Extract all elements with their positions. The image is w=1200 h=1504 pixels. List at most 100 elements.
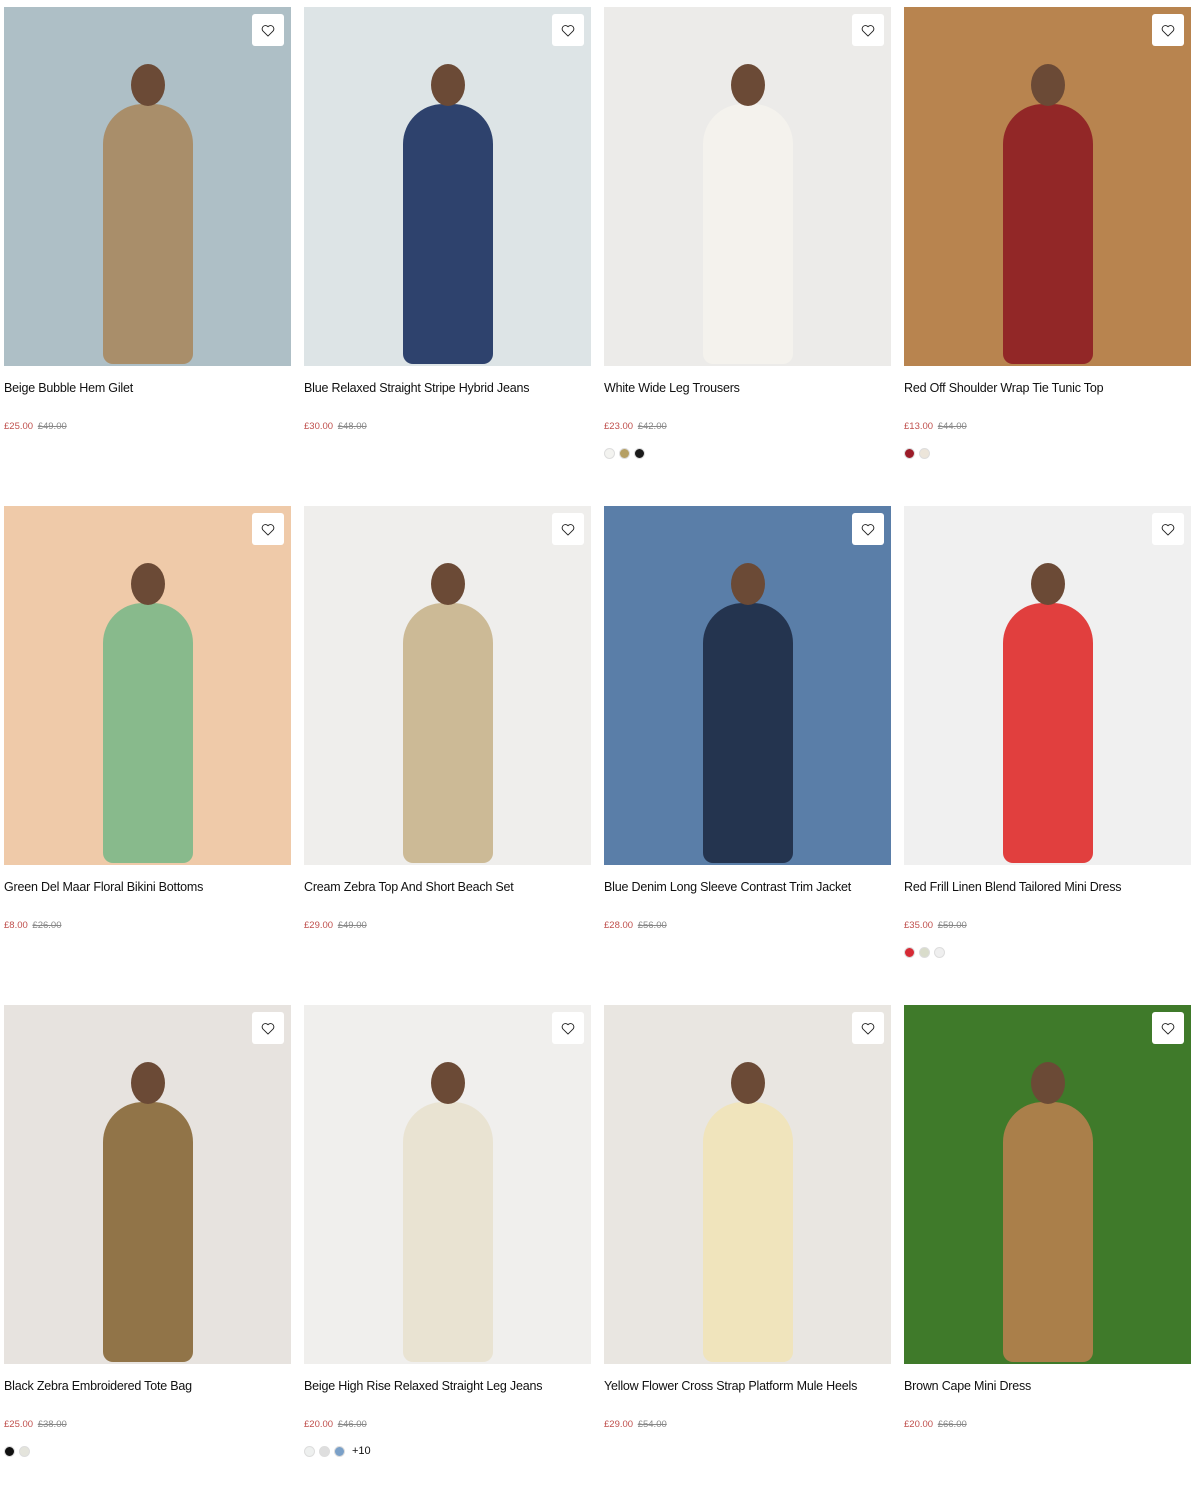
model-head — [1030, 1062, 1065, 1105]
model-figure — [702, 1101, 793, 1362]
colour-swatch[interactable] — [4, 1445, 15, 1457]
product-image[interactable] — [604, 1005, 891, 1364]
model-figure — [402, 602, 493, 863]
product-name[interactable]: White Wide Leg Trousers — [604, 381, 891, 397]
model-head — [430, 1062, 465, 1105]
colour-swatch[interactable] — [604, 447, 615, 459]
colour-swatches — [604, 946, 891, 958]
heart-outline-icon — [1161, 523, 1175, 536]
model-figure — [702, 103, 793, 364]
product-price: £20.00 £46.00 — [304, 1419, 591, 1431]
model-head — [130, 563, 165, 606]
wishlist-button[interactable] — [1152, 1012, 1184, 1044]
colour-swatch[interactable] — [904, 946, 915, 958]
product-price: £20.00 £66.00 — [904, 1419, 1191, 1431]
wishlist-button[interactable] — [852, 1012, 884, 1044]
product-image[interactable] — [304, 7, 591, 366]
colour-swatch[interactable] — [919, 447, 930, 459]
original-price: £38.00 — [37, 1419, 67, 1430]
product-image[interactable] — [904, 7, 1191, 366]
product-name[interactable]: Yellow Flower Cross Strap Platform Mule … — [604, 1379, 891, 1395]
wishlist-button[interactable] — [552, 513, 584, 545]
sale-price: £23.00 — [604, 421, 634, 432]
original-price: £42.00 — [637, 421, 667, 432]
product-image[interactable] — [604, 506, 891, 865]
heart-outline-icon — [1161, 24, 1175, 37]
colour-swatch[interactable] — [334, 1445, 345, 1457]
model-figure — [102, 1101, 193, 1362]
product-card[interactable]: Blue Relaxed Straight Stripe Hybrid Jean… — [304, 7, 591, 506]
product-card[interactable]: Yellow Flower Cross Strap Platform Mule … — [604, 1005, 891, 1504]
product-image[interactable] — [304, 506, 591, 865]
colour-swatches — [4, 447, 291, 459]
model-figure — [102, 602, 193, 863]
product-price: £29.00 £54.00 — [604, 1419, 891, 1431]
sale-price: £20.00 — [904, 1419, 934, 1430]
wishlist-button[interactable] — [252, 513, 284, 545]
colour-swatch[interactable] — [319, 1445, 330, 1457]
product-name[interactable]: Red Off Shoulder Wrap Tie Tunic Top — [904, 381, 1191, 397]
wishlist-button[interactable] — [852, 14, 884, 46]
model-head — [430, 64, 465, 107]
colour-swatches — [604, 1445, 891, 1457]
colour-swatch[interactable] — [19, 1445, 30, 1457]
product-image[interactable] — [4, 1005, 291, 1364]
model-figure — [1002, 1101, 1093, 1362]
colour-swatch[interactable] — [619, 447, 630, 459]
product-name[interactable]: Green Del Maar Floral Bikini Bottoms — [4, 880, 291, 896]
product-name[interactable]: Black Zebra Embroidered Tote Bag — [4, 1379, 291, 1395]
product-image[interactable] — [4, 506, 291, 865]
product-image[interactable] — [904, 1005, 1191, 1364]
colour-swatches — [4, 1445, 291, 1457]
product-card[interactable]: Green Del Maar Floral Bikini Bottoms £8.… — [4, 506, 291, 1005]
more-colours-count[interactable]: +10 — [352, 1445, 371, 1457]
original-price: £44.00 — [937, 421, 967, 432]
colour-swatches: +10 — [304, 1445, 591, 1457]
product-image[interactable] — [604, 7, 891, 366]
colour-swatches — [904, 946, 1191, 958]
heart-outline-icon — [1161, 1022, 1175, 1035]
product-card[interactable]: Black Zebra Embroidered Tote Bag £25.00 … — [4, 1005, 291, 1504]
product-card[interactable]: Red Frill Linen Blend Tailored Mini Dres… — [904, 506, 1191, 1005]
product-price: £28.00 £56.00 — [604, 920, 891, 932]
model-figure — [1002, 103, 1093, 364]
product-name[interactable]: Brown Cape Mini Dress — [904, 1379, 1191, 1395]
original-price: £46.00 — [337, 1419, 367, 1430]
wishlist-button[interactable] — [1152, 14, 1184, 46]
wishlist-button[interactable] — [552, 14, 584, 46]
sale-price: £29.00 — [604, 1419, 634, 1430]
product-card[interactable]: White Wide Leg Trousers £23.00 £42.00 — [604, 7, 891, 506]
colour-swatch[interactable] — [904, 447, 915, 459]
wishlist-button[interactable] — [552, 1012, 584, 1044]
colour-swatch[interactable] — [934, 946, 945, 958]
product-card[interactable]: Brown Cape Mini Dress £20.00 £66.00 — [904, 1005, 1191, 1504]
colour-swatch[interactable] — [919, 946, 930, 958]
product-name[interactable]: Beige Bubble Hem Gilet — [4, 381, 291, 397]
original-price: £66.00 — [937, 1419, 967, 1430]
product-name[interactable]: Red Frill Linen Blend Tailored Mini Dres… — [904, 880, 1191, 896]
product-card[interactable]: Red Off Shoulder Wrap Tie Tunic Top £13.… — [904, 7, 1191, 506]
sale-price: £13.00 — [904, 421, 934, 432]
model-figure — [402, 103, 493, 364]
product-name[interactable]: Blue Denim Long Sleeve Contrast Trim Jac… — [604, 880, 891, 896]
product-image[interactable] — [304, 1005, 591, 1364]
product-image[interactable] — [4, 7, 291, 366]
product-name[interactable]: Blue Relaxed Straight Stripe Hybrid Jean… — [304, 381, 591, 397]
product-card[interactable]: Beige Bubble Hem Gilet £25.00 £49.00 — [4, 7, 291, 506]
colour-swatch[interactable] — [634, 447, 645, 459]
wishlist-button[interactable] — [852, 513, 884, 545]
wishlist-button[interactable] — [252, 1012, 284, 1044]
product-name[interactable]: Beige High Rise Relaxed Straight Leg Jea… — [304, 1379, 591, 1395]
wishlist-button[interactable] — [252, 14, 284, 46]
model-head — [430, 563, 465, 606]
product-card[interactable]: Beige High Rise Relaxed Straight Leg Jea… — [304, 1005, 591, 1504]
product-card[interactable]: Cream Zebra Top And Short Beach Set £29.… — [304, 506, 591, 1005]
product-grid: Beige Bubble Hem Gilet £25.00 £49.00 Blu… — [4, 7, 1191, 1504]
product-name[interactable]: Cream Zebra Top And Short Beach Set — [304, 880, 591, 896]
heart-outline-icon — [561, 1022, 575, 1035]
product-image[interactable] — [904, 506, 1191, 865]
product-card[interactable]: Blue Denim Long Sleeve Contrast Trim Jac… — [604, 506, 891, 1005]
heart-outline-icon — [261, 24, 275, 37]
wishlist-button[interactable] — [1152, 513, 1184, 545]
colour-swatch[interactable] — [304, 1445, 315, 1457]
